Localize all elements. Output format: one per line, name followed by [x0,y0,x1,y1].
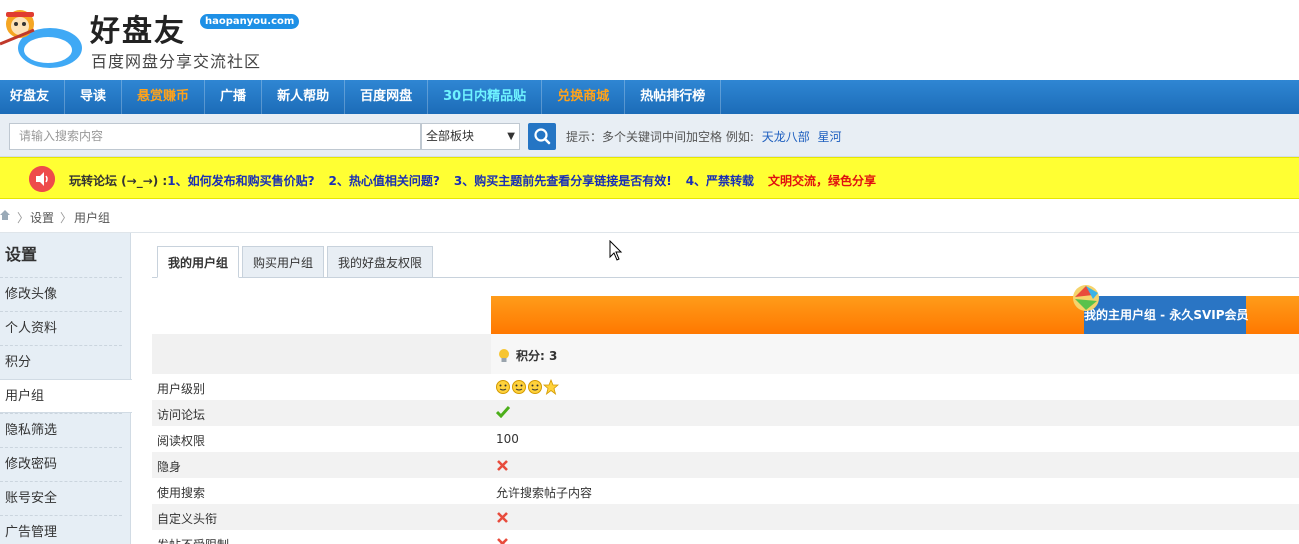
sidebar-item-privacy[interactable]: 隐私筛选 [0,413,122,447]
sidebar-item-password[interactable]: 修改密码 [0,447,122,481]
permission-row: 隐身 [152,452,1299,478]
notice-prefix: 玩转论坛 (→_→) : [69,174,168,188]
sidebar-item-credits[interactable]: 积分 [0,345,122,379]
permission-row: 用户级别 [152,374,1299,400]
search-icon [534,128,551,145]
points-value: 积分: 3 [516,349,558,363]
breadcrumb-separator: 〉 [60,211,73,225]
notice-link[interactable]: 2、热心值相关问题? [329,174,440,188]
notice-slogan: 文明交流，绿色分享 [768,174,877,188]
permission-row: 自定义头衔 [152,504,1299,530]
site-header: 好盘友 haopanyou.com 百度网盘分享交流社区 [0,0,1299,80]
sidebar-item-profile[interactable]: 个人资料 [0,311,122,345]
permission-value: 允许搜索帖子内容 [496,486,593,500]
permission-label: 访问论坛 [157,408,206,422]
tab-my-usergroup[interactable]: 我的用户组 [157,246,240,278]
mouse-cursor-icon [609,240,623,261]
breadcrumb: 〉 设置 〉 用户组 [0,199,1299,233]
permission-label: 用户级别 [157,382,206,396]
notice-bar: 玩转论坛 (→_→) :1、如何发布和购买售价贴? 2、热心值相关问题? 3、购买主… [0,157,1299,199]
site-name: 好盘友 [90,14,186,49]
nav-item-shop[interactable]: 兑换商城 [542,80,626,114]
speaker-icon [29,166,55,192]
search-input[interactable]: 请输入搜索内容 [9,123,421,150]
site-logo-icon[interactable] [0,4,90,74]
nav-item-baidu-pan[interactable]: 百度网盘 [345,80,429,114]
breadcrumb-item[interactable]: 设置 [30,209,54,226]
search-bar: 请输入搜索内容 全部板块 ▼ 提示：多个关键词中间加空格 例如: 天龙八部 星河 [0,114,1299,157]
cross-icon [497,460,508,471]
lightbulb-icon [499,349,509,362]
permission-row: 使用搜索 允许搜索帖子内容 [152,478,1299,504]
user-level-icon [496,379,559,395]
nav-item-bounty[interactable]: 悬赏赚币 [122,80,206,114]
breadcrumb-item: 用户组 [74,211,111,225]
tab-my-permissions[interactable]: 我的好盘友权限 [327,246,434,278]
permission-label: 使用搜索 [157,486,206,500]
settings-sidebar: 设置 修改头像 个人资料 积分 用户组 隐私筛选 修改密码 账号安全 广告管理 [0,233,132,544]
search-hint: 提示：多个关键词中间加空格 例如: 天龙八部 星河 [566,128,842,145]
home-icon[interactable] [0,210,10,220]
points-cell [491,334,1299,374]
breadcrumb-separator: 〉 [17,211,30,225]
notice-link[interactable]: 1、如何发布和购买售价贴? [167,174,314,188]
site-slogan: 百度网盘分享交流社区 [91,52,262,71]
sidebar-item-avatar[interactable]: 修改头像 [0,277,122,311]
page-root: 好盘友 haopanyou.com 百度网盘分享交流社区 好盘友 导读 悬赏赚币… [0,0,1299,544]
chevron-down-icon: ▼ [507,131,515,142]
notice-text: 玩转论坛 (→_→) :1、如何发布和购买售价贴? 2、热心值相关问题? 3、购买主… [69,172,876,189]
sidebar-item-usergroup[interactable]: 用户组 [0,379,132,413]
search-scope-value: 全部板块 [426,129,475,143]
main-nav: 好盘友 导读 悬赏赚币 广播 新人帮助 百度网盘 30日内精品贴 兑换商城 热帖… [0,80,1299,114]
check-icon [496,406,510,418]
nav-item-home[interactable]: 好盘友 [0,80,66,114]
search-scope-select[interactable]: 全部板块 ▼ [421,123,520,150]
sidebar-item-ads[interactable]: 广告管理 [0,515,122,544]
permission-label: 自定义头衔 [157,512,218,526]
nav-item-newbie-help[interactable]: 新人帮助 [262,80,346,114]
search-hint-example[interactable]: 星河 [818,130,842,144]
notice-link[interactable]: 4、严禁转载 [686,174,754,188]
cross-icon [497,538,508,544]
permission-row: 发帖不受限制 [152,530,1299,544]
points-row: 积分: 3 [152,334,1299,374]
usergroup-tabs: 我的用户组 购买用户组 我的好盘友权限 [152,246,1299,278]
permission-row: 阅读权限 100 [152,426,1299,452]
cross-icon [497,512,508,523]
sidebar-title: 设置 [5,245,38,264]
search-hint-text: 提示：多个关键词中间加空格 例如: [566,130,754,144]
notice-link[interactable]: 3、购买主题前先查看分享链接是否有效! [454,174,672,188]
nav-item-broadcast[interactable]: 广播 [205,80,263,114]
permission-value: 100 [496,432,519,446]
domain-badge: haopanyou.com [200,14,300,29]
permission-label: 发帖不受限制 [157,536,229,544]
permission-row: 访问论坛 [152,400,1299,426]
sidebar-item-security[interactable]: 账号安全 [0,481,122,515]
search-button[interactable] [528,123,556,150]
main-usergroup-label: 我的主用户组 - 永久SVIP会员 [1084,296,1249,334]
nav-item-guide[interactable]: 导读 [65,80,123,114]
permission-label: 阅读权限 [157,434,206,448]
usergroup-badge-icon [1073,285,1099,311]
nav-item-featured-30d[interactable]: 30日内精品贴 [428,80,543,114]
search-hint-example[interactable]: 天龙八部 [762,130,810,144]
tab-buy-usergroup[interactable]: 购买用户组 [242,246,325,278]
permission-label: 隐身 [157,460,182,474]
nav-item-hot-ranking[interactable]: 热帖排行榜 [625,80,722,114]
